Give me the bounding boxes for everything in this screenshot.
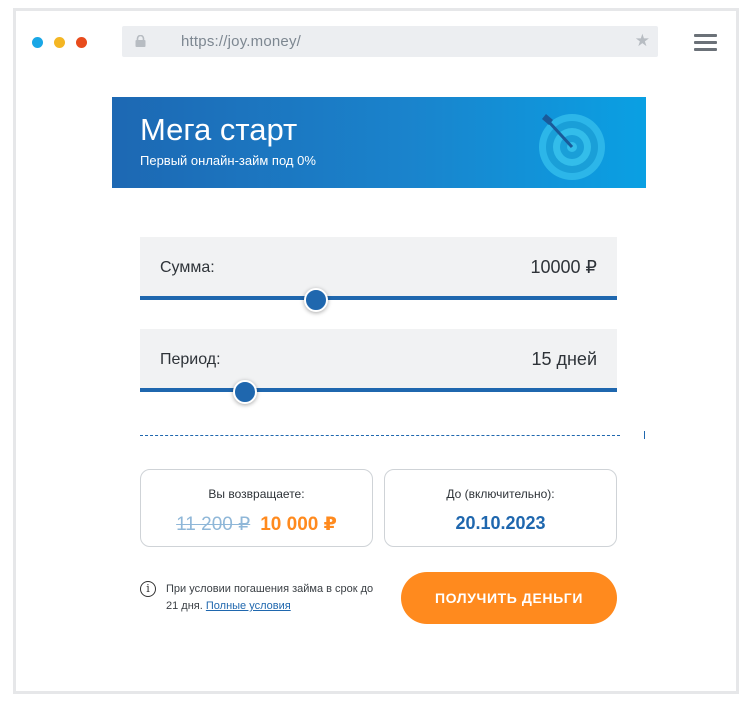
address-bar[interactable]: https://joy.money/ ★ bbox=[122, 26, 658, 57]
period-slider-track[interactable] bbox=[140, 388, 617, 392]
period-slider-handle[interactable] bbox=[232, 380, 257, 404]
star-icon[interactable]: ★ bbox=[635, 32, 650, 49]
banner-subtitle: Первый онлайн-займ под 0% bbox=[140, 153, 316, 168]
period-slider: Период: 15 дней bbox=[140, 329, 617, 404]
amount-slider-track[interactable] bbox=[140, 296, 617, 300]
full-terms-link[interactable]: Полные условия bbox=[206, 600, 291, 612]
info-note: При условии погашения займа в срок до 21… bbox=[166, 581, 386, 615]
get-money-button[interactable]: ПОЛУЧИТЬ ДЕНЬГИ bbox=[401, 572, 617, 624]
amount-label: Сумма: bbox=[160, 259, 215, 276]
amount-slider: Сумма: 10000 ₽ bbox=[140, 237, 617, 312]
hamburger-menu-icon[interactable] bbox=[694, 34, 717, 51]
info-icon: i bbox=[140, 581, 156, 597]
period-value: 15 дней bbox=[531, 349, 597, 369]
window-dot-blue bbox=[32, 37, 43, 48]
lock-icon bbox=[135, 35, 146, 47]
window-dot-red bbox=[76, 37, 87, 48]
old-amount: 11 200 ₽ bbox=[176, 514, 251, 535]
repay-label: Вы возвращаете: bbox=[208, 487, 305, 501]
promo-banner[interactable]: Мега старт Первый онлайн-займ под 0% bbox=[112, 97, 646, 188]
repay-card: Вы возвращаете: 11 200 ₽ 10 000 ₽ bbox=[140, 469, 373, 547]
repay-values: 11 200 ₽ 10 000 ₽ bbox=[141, 513, 372, 536]
due-date: 20.10.2023 bbox=[455, 513, 546, 533]
divider-end-mark bbox=[644, 431, 645, 439]
date-label: До (включительно): bbox=[446, 487, 555, 501]
amount-value: 10000 ₽ bbox=[530, 257, 597, 277]
window-dot-yellow bbox=[54, 37, 65, 48]
date-values: 20.10.2023 bbox=[385, 513, 616, 535]
date-card: До (включительно): 20.10.2023 bbox=[384, 469, 617, 547]
browser-toolbar: https://joy.money/ ★ bbox=[16, 11, 736, 71]
banner-title: Мега старт bbox=[140, 112, 298, 147]
new-amount: 10 000 ₽ bbox=[260, 514, 337, 535]
amount-slider-handle[interactable] bbox=[304, 288, 329, 312]
target-dart-icon bbox=[539, 114, 605, 180]
url-text[interactable]: https://joy.money/ bbox=[181, 33, 301, 50]
browser-window: https://joy.money/ ★ Мега старт Первый о… bbox=[13, 8, 739, 694]
dashed-divider bbox=[140, 435, 620, 436]
period-label: Период: bbox=[160, 351, 221, 368]
